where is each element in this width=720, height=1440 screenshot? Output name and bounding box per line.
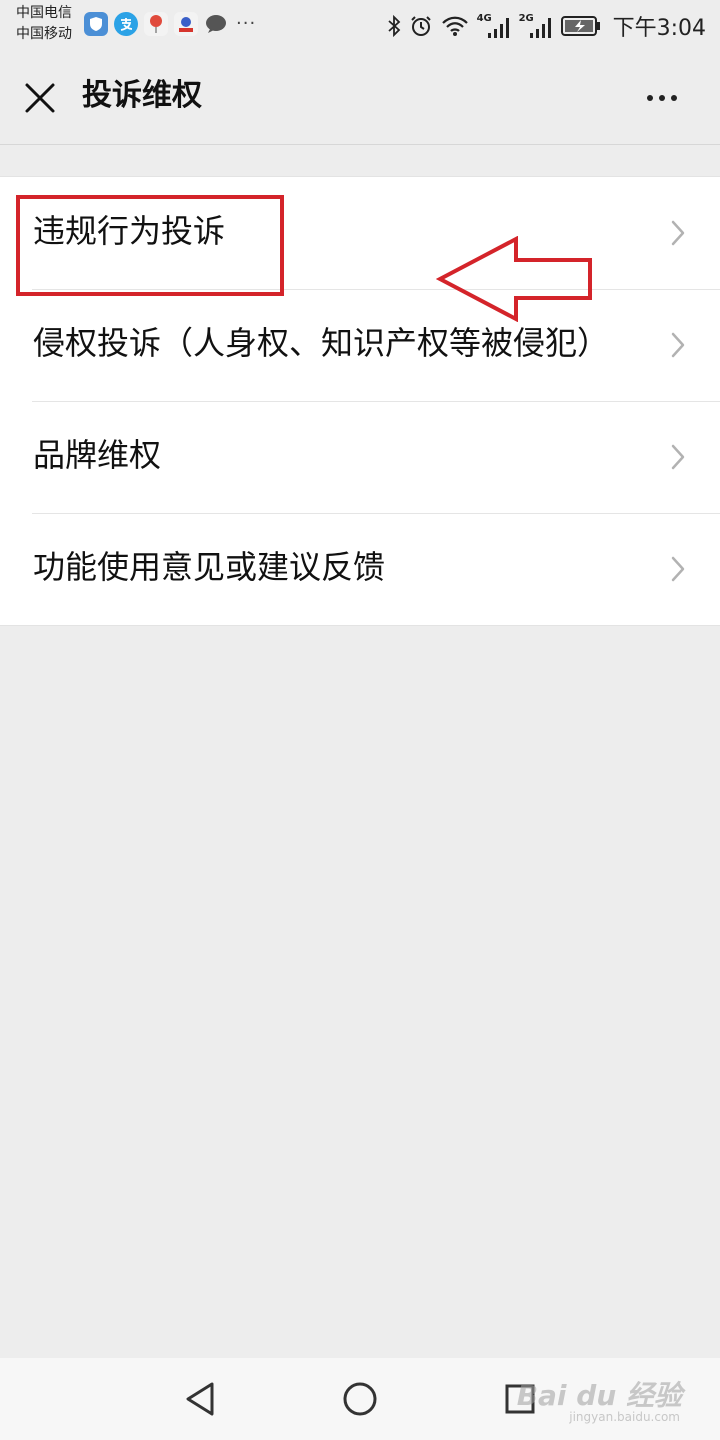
home-circle-icon[interactable] (340, 1379, 380, 1419)
carrier-info: 中国电信 中国移动 (16, 3, 72, 45)
close-icon (25, 83, 55, 113)
chevron-right-icon (671, 556, 685, 582)
carrier-1: 中国电信 (16, 5, 72, 21)
annotation-arrow-icon (436, 236, 592, 322)
back-triangle-icon[interactable] (180, 1379, 220, 1419)
shield-app-icon (84, 12, 108, 36)
system-nav-bar: Bai du 经验 jingyan.baidu.com (0, 1358, 720, 1440)
more-notifications-indicator: ··· (236, 13, 257, 34)
close-button[interactable] (18, 76, 62, 120)
annotation-highlight-box (16, 195, 284, 296)
bluetooth-icon (387, 14, 400, 38)
clock: 下午3:04 (612, 16, 706, 41)
list-item-label: 品牌维权 (33, 436, 162, 474)
alipay-icon (114, 12, 138, 36)
more-dot-icon (647, 95, 653, 101)
list-item-label: 侵权投诉（人身权、知识产权等被侵犯） (33, 324, 610, 362)
signal-4g-icon: 4G (477, 13, 511, 39)
chevron-right-icon (671, 220, 685, 246)
chevron-right-icon (671, 444, 685, 470)
status-bar: 中国电信 中国移动 ··· 4G 2G 下午3:04 (0, 0, 720, 48)
nav-bar: 投诉维权 (0, 48, 720, 145)
watermark-url: jingyan.baidu.com (569, 1410, 680, 1424)
list-item-brand-protection[interactable]: 品牌维权 (0, 401, 720, 513)
baidu-app-icon (174, 12, 198, 36)
chevron-right-icon (671, 332, 685, 358)
more-options-button[interactable] (640, 78, 684, 118)
battery-charging-icon (560, 16, 600, 36)
wifi-icon (441, 16, 468, 36)
more-dot-icon (659, 95, 665, 101)
list-item-infringement-complaint[interactable]: 侵权投诉（人身权、知识产权等被侵犯） (0, 289, 720, 401)
notification-icons: ··· (84, 12, 256, 36)
signal-2g-icon: 2G (519, 13, 553, 39)
chat-bubble-icon (204, 12, 228, 36)
system-indicators: 4G 2G 下午3:04 (387, 10, 706, 42)
page-title: 投诉维权 (82, 78, 202, 113)
list-item-label: 功能使用意见或建议反馈 (33, 548, 386, 586)
carrier-2: 中国移动 (16, 26, 72, 42)
list-item-feedback[interactable]: 功能使用意见或建议反馈 (0, 513, 720, 625)
watermark-logo: Bai du 经验 (516, 1379, 682, 1412)
balloon-app-icon (144, 12, 168, 36)
more-dot-icon (671, 95, 677, 101)
alarm-icon (410, 16, 431, 36)
